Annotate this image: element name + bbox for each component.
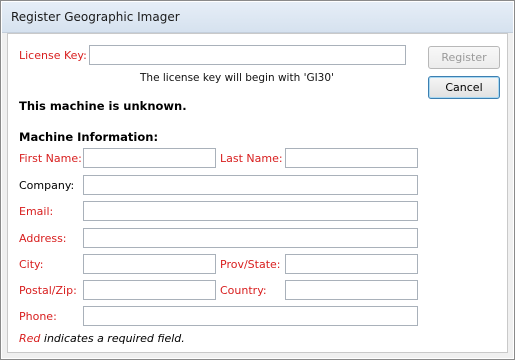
machine-status-text: This machine is unknown. (19, 99, 187, 113)
country-input[interactable] (285, 280, 418, 300)
phone-input[interactable] (83, 306, 418, 326)
address-input[interactable] (83, 228, 418, 248)
window-title: Register Geographic Imager (11, 10, 180, 24)
required-field-note: Red indicates a required field. (19, 332, 185, 345)
register-dialog: Register Geographic Imager License Key: … (0, 0, 515, 360)
phone-label: Phone: (19, 310, 57, 323)
prov-state-label: Prov/State: (220, 258, 281, 271)
country-label: Country: (220, 284, 267, 297)
first-name-input[interactable] (83, 148, 216, 168)
postal-zip-input[interactable] (83, 280, 216, 300)
machine-info-heading: Machine Information: (19, 130, 159, 144)
license-key-label: License Key: (19, 49, 87, 62)
email-label: Email: (19, 205, 54, 218)
address-label: Address: (19, 232, 67, 245)
title-bar[interactable]: Register Geographic Imager (2, 2, 513, 33)
license-key-input[interactable] (89, 45, 406, 65)
city-input[interactable] (83, 254, 216, 274)
prov-state-input[interactable] (285, 254, 418, 274)
dialog-content: License Key: The license key will begin … (7, 33, 508, 353)
required-note-red-word: Red (19, 332, 41, 345)
cancel-button[interactable]: Cancel (428, 76, 500, 99)
city-label: City: (19, 258, 44, 271)
postal-zip-label: Postal/Zip: (19, 284, 77, 297)
required-note-text: indicates a required field. (40, 332, 185, 345)
last-name-input[interactable] (285, 148, 418, 168)
company-input[interactable] (83, 175, 418, 195)
license-key-hint: The license key will begin with 'GI30' (140, 72, 334, 84)
last-name-label: Last Name: (220, 152, 283, 165)
company-label: Company: (19, 179, 75, 192)
email-input[interactable] (83, 201, 418, 221)
first-name-label: First Name: (19, 152, 82, 165)
register-button[interactable]: Register (428, 46, 500, 69)
